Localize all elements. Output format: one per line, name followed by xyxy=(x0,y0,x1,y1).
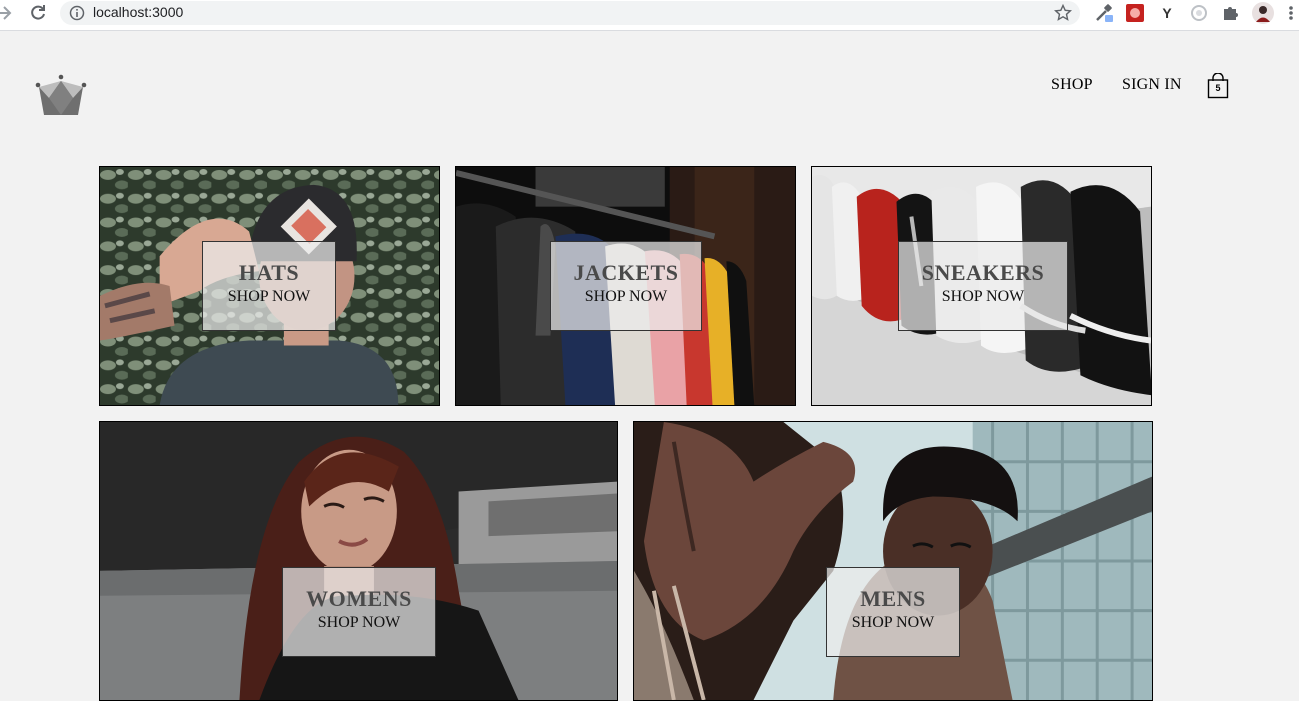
directory-tile-womens[interactable]: WOMENS SHOP NOW xyxy=(99,421,618,701)
tile-title: SNEAKERS xyxy=(921,260,1045,285)
back-arrow-icon[interactable] xyxy=(0,4,12,22)
mens-photo xyxy=(634,422,1152,700)
womens-photo xyxy=(100,422,617,700)
shop-now-link[interactable]: SHOP NOW xyxy=(899,288,1067,306)
tile-label-jackets[interactable]: JACKETS SHOP NOW xyxy=(550,241,702,331)
profile-avatar[interactable] xyxy=(1252,2,1274,24)
tile-label-hats[interactable]: HATS SHOP NOW xyxy=(202,241,336,331)
cart-button[interactable]: 5 xyxy=(1207,72,1229,99)
tile-title: JACKETS xyxy=(573,260,679,285)
eyedropper-extension-icon[interactable] xyxy=(1094,3,1114,23)
puzzle-extensions-icon[interactable] xyxy=(1221,3,1241,23)
tile-label-mens[interactable]: MENS SHOP NOW xyxy=(826,567,960,657)
tile-title: WOMENS xyxy=(306,586,412,611)
address-bar[interactable]: localhost:3000 xyxy=(60,1,1080,25)
directory-tile-hats[interactable]: HATS SHOP NOW xyxy=(99,166,440,406)
browser-toolbar: localhost:3000 Y xyxy=(0,0,1299,31)
bookmark-star-icon[interactable] xyxy=(1054,4,1072,22)
directory-tile-sneakers[interactable]: SNEAKERS SHOP NOW xyxy=(811,166,1152,406)
tile-label-sneakers[interactable]: SNEAKERS SHOP NOW xyxy=(898,241,1068,331)
cart-item-count: 5 xyxy=(1215,83,1221,93)
shop-now-link[interactable]: SHOP NOW xyxy=(827,614,959,632)
shop-now-link[interactable]: SHOP NOW xyxy=(203,288,335,306)
shop-now-link[interactable]: SHOP NOW xyxy=(283,614,435,632)
url-text[interactable]: localhost:3000 xyxy=(93,4,183,20)
directory-tile-mens[interactable]: MENS SHOP NOW xyxy=(633,421,1153,701)
nav-signin-link[interactable]: SIGN IN xyxy=(1122,76,1182,94)
crown-icon[interactable] xyxy=(35,74,87,116)
site-info-icon[interactable] xyxy=(69,5,85,21)
directory-tile-jackets[interactable]: JACKETS SHOP NOW xyxy=(455,166,796,406)
reload-icon[interactable] xyxy=(29,4,47,22)
tile-title: HATS xyxy=(238,260,300,285)
yandex-extension-icon[interactable]: Y xyxy=(1157,3,1177,23)
tile-label-womens[interactable]: WOMENS SHOP NOW xyxy=(282,567,436,657)
extension-circle-icon[interactable] xyxy=(1189,3,1209,23)
more-menu-icon[interactable] xyxy=(1286,3,1296,23)
shop-now-link[interactable]: SHOP NOW xyxy=(551,288,701,306)
nav-shop-link[interactable]: SHOP xyxy=(1051,76,1093,94)
tile-title: MENS xyxy=(860,586,926,611)
extension-icon[interactable] xyxy=(1125,3,1145,23)
